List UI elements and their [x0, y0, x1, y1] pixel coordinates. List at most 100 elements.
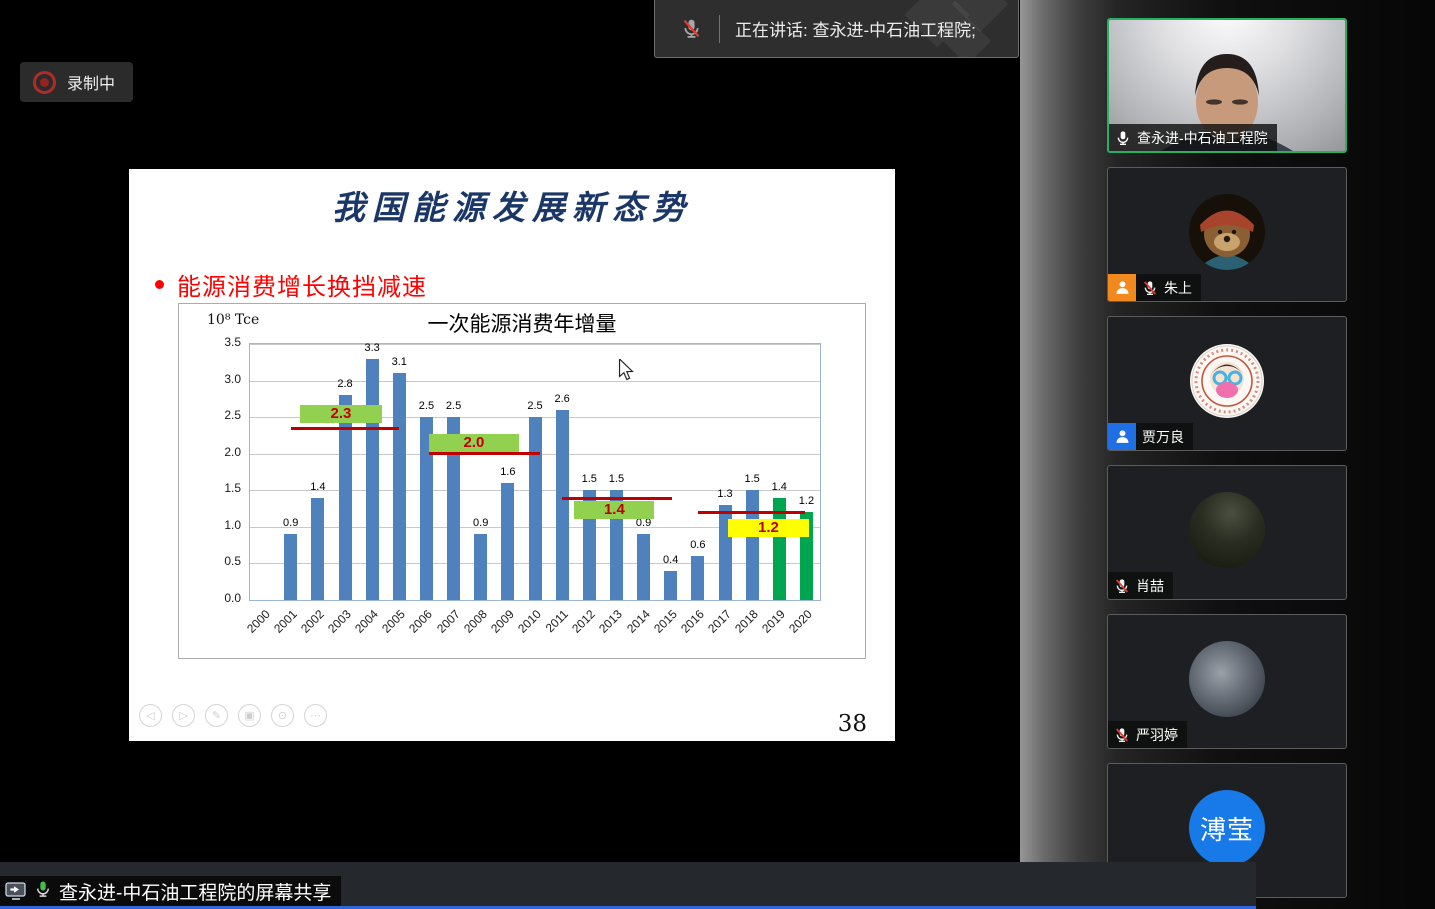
divider: [719, 15, 720, 43]
pen-icon[interactable]: ✎: [205, 704, 228, 727]
screen-share-icon: [5, 881, 27, 901]
annotation-line: [429, 452, 540, 455]
slide-page-number: 38: [838, 711, 867, 737]
participant-name: 严羽婷: [1136, 725, 1178, 745]
chart-bar: [474, 534, 487, 600]
bar-value-label: 0.9: [464, 517, 498, 529]
person-badge-icon: [1108, 274, 1136, 301]
active-speaker-banner: 正在讲话: 查永进-中石油工程院;: [654, 0, 1019, 58]
mic-muted-icon: [681, 18, 702, 39]
bar-value-label: 1.6: [491, 466, 525, 478]
participant-name: 贾万良: [1142, 427, 1184, 447]
participant-name-label: 朱上: [1136, 274, 1201, 301]
gridline: [250, 344, 820, 345]
participant-name-label: 查永进-中石油工程院: [1109, 124, 1277, 151]
slide-bullet: 能源消费增长换挡减速: [155, 267, 427, 302]
participant-tile[interactable]: 查永进-中石油工程院: [1107, 18, 1347, 153]
bar-value-label: 0.9: [274, 517, 308, 529]
mouse-cursor-icon: [617, 359, 635, 381]
participant-name: 朱上: [1164, 278, 1192, 298]
bar-value-label: 2.8: [328, 378, 362, 390]
previous-slide-icon[interactable]: ◁: [139, 704, 162, 727]
bar-value-label: 0.4: [654, 554, 688, 566]
annotation-line: [291, 427, 400, 430]
chart-bar: [637, 534, 650, 600]
presenter-toolbar: ◁ ▷ ✎ ▣ ⊙ ⋯: [139, 704, 327, 727]
chart-bar: [311, 498, 324, 600]
chart: 10⁸ Tce 一次能源消费年增量 0.91.42.83.33.12.52.50…: [178, 303, 866, 659]
bar-value-label: 2.6: [545, 393, 579, 405]
participant-name-label: 贾万良: [1136, 423, 1193, 450]
avatar: 溥莹: [1189, 790, 1265, 866]
screen-share-area: 录制中 正在讲话: 查永进-中石油工程院; 我国能源发展新态势 能源消费增长换挡…: [0, 0, 1020, 909]
zoom-icon[interactable]: ⊙: [271, 704, 294, 727]
annotation-line: [698, 511, 805, 514]
slides-overview-icon[interactable]: ▣: [238, 704, 261, 727]
participants-sidebar: 查永进-中石油工程院 朱上: [1020, 0, 1435, 909]
presentation-slide: 我国能源发展新态势 能源消费增长换挡减速 10⁸ Tce 一次能源消费年增量 0…: [129, 169, 895, 741]
participant-tile[interactable]: 贾万良: [1107, 316, 1347, 451]
bar-value-label: 1.4: [762, 481, 796, 493]
person-badge-icon: [1108, 423, 1136, 450]
bar-value-label: 0.6: [681, 539, 715, 551]
participant-tile[interactable]: 朱上: [1107, 167, 1347, 302]
plot-area: 0.91.42.83.33.12.52.50.91.62.52.61.51.50…: [249, 343, 821, 601]
bullet-dot: [155, 280, 164, 289]
participant-tile[interactable]: 肖喆: [1107, 465, 1347, 600]
bar-value-label: 1.2: [789, 495, 823, 507]
recording-label: 录制中: [67, 70, 115, 94]
y-tick-label: 2.5: [209, 408, 241, 422]
participant-name: 肖喆: [1136, 576, 1164, 596]
chart-bar: [501, 483, 514, 600]
slide-title: 我国能源发展新态势: [129, 181, 895, 229]
mic-on-icon: [1115, 130, 1131, 146]
participant-tile[interactable]: 严羽婷: [1107, 614, 1347, 749]
avatar: [1189, 641, 1265, 717]
more-icon[interactable]: ⋯: [304, 704, 327, 727]
chart-bar: [556, 410, 569, 600]
annotation-line: [562, 497, 672, 500]
annotation-box: 1.4: [574, 501, 654, 519]
annotation-box: 2.0: [429, 434, 519, 452]
recording-badge[interactable]: 录制中: [20, 62, 133, 102]
bar-value-label: 1.4: [301, 481, 335, 493]
y-tick-label: 0.0: [209, 591, 241, 605]
chart-title: 一次能源消费年增量: [179, 308, 865, 338]
recording-icon: [33, 71, 56, 94]
y-tick-label: 2.0: [209, 445, 241, 459]
y-tick-label: 1.0: [209, 518, 241, 532]
avatar: [1189, 492, 1265, 568]
chart-bar: [691, 556, 704, 600]
avatar-initials: 溥莹: [1189, 790, 1265, 866]
mic-muted-icon: [1114, 578, 1130, 594]
avatar: [1189, 343, 1265, 419]
bar-value-label: 1.3: [708, 488, 742, 500]
bar-value-label: 2.5: [437, 400, 471, 412]
next-slide-icon[interactable]: ▷: [172, 704, 195, 727]
bullet-text: 能源消费增长换挡减速: [177, 267, 427, 302]
bar-value-label: 3.1: [382, 356, 416, 368]
bar-value-label: 3.3: [355, 342, 389, 354]
annotation-box: 1.2: [728, 519, 809, 537]
annotation-box: 2.3: [300, 405, 381, 423]
chart-bar: [366, 359, 379, 600]
y-tick-label: 1.5: [209, 481, 241, 495]
participant-name: 查永进-中石油工程院: [1137, 128, 1268, 148]
participant-name-label: 严羽婷: [1108, 721, 1187, 748]
mic-muted-icon: [1142, 280, 1158, 296]
chart-bar: [393, 373, 406, 600]
y-tick-label: 3.5: [209, 335, 241, 349]
chart-bar: [664, 571, 677, 600]
mic-active-icon: [34, 880, 52, 903]
participant-name-label: 肖喆: [1108, 572, 1173, 599]
mic-muted-icon: [1114, 727, 1130, 743]
screen-share-indicator: 查永进-中石油工程院的屏幕共享: [0, 876, 341, 906]
chart-bar: [746, 490, 759, 600]
chart-bar: [284, 534, 297, 600]
avatar: [1189, 194, 1265, 270]
bar-value-label: 1.5: [599, 473, 633, 485]
chart-bar: [529, 417, 542, 600]
screen-share-text: 查永进-中石油工程院的屏幕共享: [59, 878, 331, 905]
y-tick-label: 0.5: [209, 554, 241, 568]
y-tick-label: 3.0: [209, 372, 241, 386]
